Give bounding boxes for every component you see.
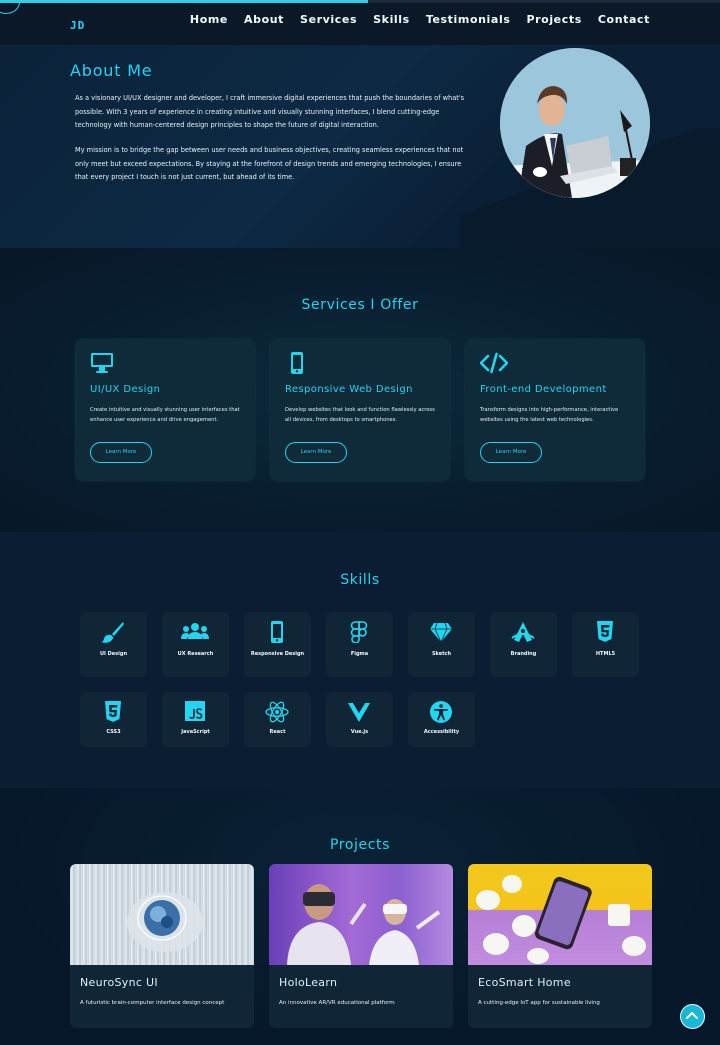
mobile-icon (271, 621, 283, 643)
about-section: About Me As a visionary UI/UX designer a… (0, 46, 720, 248)
skill-accessibility: Accessibility (408, 692, 475, 747)
nav-home[interactable]: Home (190, 13, 228, 26)
js-icon (185, 701, 205, 721)
skill-label: Accessibility (423, 729, 460, 735)
skill-react: React (244, 692, 311, 747)
service-desc: Transform designs into high-performance,… (480, 407, 619, 423)
skill-css3: CSS3 (80, 692, 147, 747)
skill-responsive-design: Responsive Design (244, 612, 311, 677)
skill-branding: Branding (490, 612, 557, 677)
skill-vue: Vue.js (326, 692, 393, 747)
service-card-responsive: Responsive Web Design Develop websites t… (270, 339, 450, 481)
skill-figma: Figma (326, 612, 393, 677)
code-icon (480, 352, 508, 374)
skill-sketch: Sketch (408, 612, 475, 677)
projects-title: Projects (330, 837, 390, 853)
about-paragraph-1: As a visionary UI/UX designer and develo… (75, 94, 465, 129)
skill-label: CSS3 (106, 729, 121, 735)
nav-services[interactable]: Services (300, 13, 357, 26)
nav-projects[interactable]: Projects (526, 13, 581, 26)
nav-contact[interactable]: Contact (598, 13, 650, 26)
skill-label: Responsive Design (250, 651, 305, 657)
project-card-neurosync[interactable]: NeuroSync UI A futuristic brain-computer… (70, 864, 254, 1028)
skill-label: Figma (350, 651, 369, 657)
project-image (70, 864, 254, 965)
project-image (269, 864, 453, 965)
skill-label: UX Research (177, 651, 214, 657)
skill-label: Branding (510, 651, 537, 657)
service-card-frontend: Front-end Development Transform designs … (465, 339, 645, 481)
pen-nib-icon (511, 622, 535, 642)
about-title: About Me (70, 61, 153, 80)
accessibility-icon (430, 701, 452, 723)
about-paragraph-2: My mission is to bridge the gap between … (75, 146, 464, 181)
service-desc: Create intuitive and visually stunning u… (90, 407, 240, 423)
project-title: EcoSmart Home (478, 976, 571, 989)
learn-more-button[interactable]: Learn More (90, 442, 152, 463)
nav-skills[interactable]: Skills (373, 13, 410, 26)
skills-title: Skills (340, 572, 380, 588)
skill-javascript: JavaScript (162, 692, 229, 747)
skill-label: Sketch (431, 651, 452, 657)
css3-icon (105, 701, 121, 722)
react-icon (265, 701, 289, 723)
html5-icon (597, 621, 613, 642)
skill-label: HTML5 (595, 651, 616, 657)
brush-icon (101, 622, 124, 643)
project-desc: A cutting-edge IoT app for sustainable l… (478, 1000, 600, 1006)
project-title: HoloLearn (279, 976, 338, 989)
services-section: Services I Offer UI/UX Design Create int… (0, 248, 720, 532)
project-desc: An innovative AR/VR educational platform (279, 1000, 395, 1006)
project-image (468, 864, 652, 965)
projects-section: Projects NeuroSync UI A futuristic brain… (0, 788, 720, 1045)
desktop-icon (91, 353, 113, 373)
logo[interactable]: JD (70, 19, 85, 32)
skill-label: React (269, 729, 286, 735)
chevron-up-icon (686, 1012, 698, 1019)
skill-ui-design: UI Design (80, 612, 147, 677)
skill-label: JavaScript (181, 729, 210, 735)
service-title: Front-end Development (480, 384, 607, 395)
vue-icon (348, 703, 370, 722)
mobile-icon (291, 352, 303, 374)
portrait-photo (500, 48, 650, 198)
service-desc: Develop websites that look and function … (285, 407, 435, 423)
skill-html5: HTML5 (572, 612, 639, 677)
gem-icon (430, 622, 452, 643)
skills-section: Skills UI Design UX Research Responsive … (0, 532, 720, 788)
project-card-ecosmart[interactable]: EcoSmart Home A cutting-edge IoT app for… (468, 864, 652, 1028)
service-title: UI/UX Design (90, 384, 161, 395)
project-card-hololearn[interactable]: HoloLearn An innovative AR/VR educationa… (269, 864, 453, 1028)
site-header: JD Home About Services Skills Testimonia… (0, 3, 720, 46)
back-to-top-button[interactable] (680, 1004, 705, 1029)
nav-testimonials[interactable]: Testimonials (426, 13, 511, 26)
learn-more-button[interactable]: Learn More (480, 442, 542, 463)
services-title: Services I Offer (301, 297, 419, 313)
project-desc: A futuristic brain-computer interface de… (80, 1000, 225, 1006)
service-title: Responsive Web Design (285, 384, 413, 395)
main-nav: Home About Services Skills Testimonials … (190, 13, 650, 26)
project-title: NeuroSync UI (80, 976, 158, 989)
figma-icon (350, 621, 368, 643)
learn-more-button[interactable]: Learn More (285, 442, 347, 463)
service-card-uiux: UI/UX Design Create intuitive and visual… (75, 339, 255, 481)
skill-label: UI Design (99, 651, 128, 657)
nav-about[interactable]: About (244, 13, 284, 26)
skill-label: Vue.js (350, 729, 369, 735)
users-icon (181, 623, 209, 639)
skill-ux-research: UX Research (162, 612, 229, 677)
